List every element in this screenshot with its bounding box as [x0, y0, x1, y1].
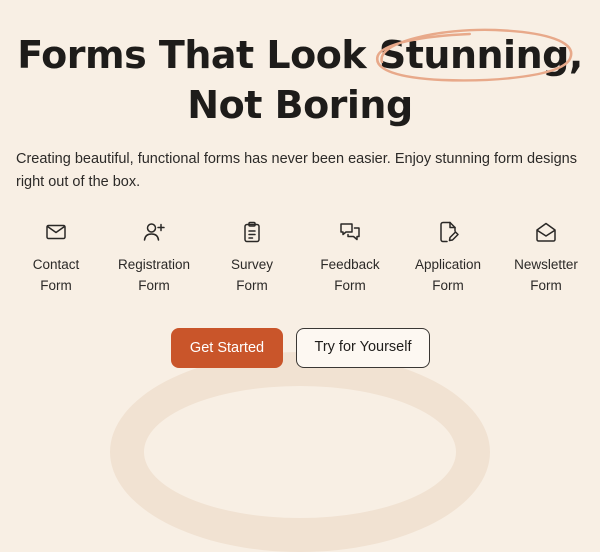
- page-title: Forms That Look Stunning, Not Boring: [0, 28, 600, 130]
- form-type-contact[interactable]: Contact Form: [7, 220, 105, 296]
- form-type-newsletter[interactable]: Newsletter Form: [497, 220, 595, 296]
- form-type-feedback[interactable]: Feedback Form: [301, 220, 399, 296]
- form-type-label: Survey Form: [230, 257, 274, 293]
- chat-bubbles-icon: [338, 220, 362, 244]
- background-arc-decoration: [110, 352, 490, 552]
- title-highlight: Stunning: [375, 28, 573, 82]
- open-envelope-icon: [534, 220, 558, 244]
- user-plus-icon: [142, 220, 166, 244]
- form-type-label: Feedback Form: [320, 257, 380, 293]
- clipboard-icon: [240, 220, 264, 244]
- form-types-list: Contact Form Registration Form Survey Form …: [6, 220, 594, 300]
- envelope-icon: [44, 220, 68, 244]
- title-text-end: ,: [568, 33, 583, 77]
- hero-subtitle: Creating beautiful, functional forms has…: [16, 151, 577, 190]
- try-for-yourself-button[interactable]: Try for Yourself: [296, 328, 430, 368]
- title-line-1: Forms That Look Stunning,: [0, 28, 600, 82]
- title-text-start: Forms That Look: [17, 33, 379, 77]
- title-highlight-word: Stunning: [378, 33, 569, 77]
- document-edit-icon: [436, 220, 460, 244]
- form-type-application[interactable]: Application Form: [399, 220, 497, 296]
- form-type-label: Application Form: [414, 257, 482, 293]
- form-type-label: Newsletter Form: [514, 257, 578, 293]
- form-type-label: Contact Form: [32, 257, 80, 293]
- title-line-2: Not Boring: [187, 83, 413, 127]
- form-type-registration[interactable]: Registration Form: [105, 220, 203, 296]
- form-type-survey[interactable]: Survey Form: [203, 220, 301, 296]
- form-type-label: Registration Form: [117, 257, 191, 293]
- get-started-button[interactable]: Get Started: [171, 328, 283, 368]
